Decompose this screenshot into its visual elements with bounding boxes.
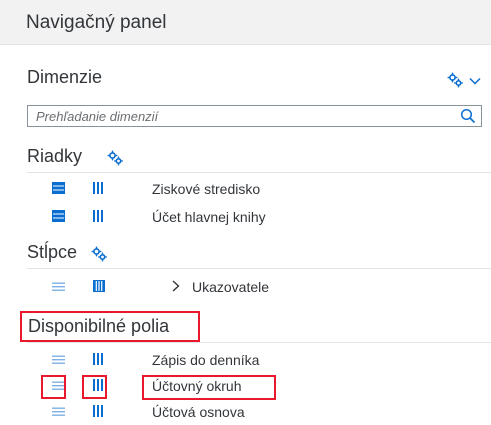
dimension-search — [27, 105, 482, 127]
table-rows-icon[interactable] — [52, 280, 65, 292]
rows-gear-icon[interactable] — [107, 150, 123, 166]
dimensions-title: Dimenzie — [27, 67, 103, 87]
navigation-panel: Navigačný panel Dimenzie Riadky — [0, 0, 491, 423]
list-item[interactable]: Účtová osnova — [0, 399, 491, 425]
search-input[interactable] — [28, 106, 456, 126]
row-label: Ukazovatele — [192, 279, 270, 295]
available-fields-title: Disponibilné polia — [28, 316, 170, 336]
divider — [27, 342, 491, 343]
list-item[interactable]: Ukazovatele — [0, 274, 491, 300]
divider — [27, 268, 491, 269]
table-rows-icon[interactable] — [52, 379, 65, 391]
list-item[interactable]: Zápis do denníka — [0, 347, 491, 373]
table-columns-icon[interactable] — [93, 353, 103, 365]
table-rows-icon[interactable] — [52, 353, 65, 365]
search-icon[interactable] — [460, 108, 476, 124]
table-columns-icon[interactable] — [93, 280, 105, 292]
list-item[interactable]: Účet hlavnej knihy — [0, 204, 491, 230]
table-columns-icon[interactable] — [93, 182, 103, 194]
table-rows-icon[interactable] — [52, 182, 65, 194]
panel-header: Navigačný panel — [0, 0, 491, 45]
table-rows-icon[interactable] — [52, 210, 65, 222]
table-columns-icon[interactable] — [93, 379, 103, 391]
table-columns-icon[interactable] — [93, 210, 103, 222]
list-item[interactable]: Účtovný okruh — [0, 373, 491, 399]
panel-title: Navigačný panel — [26, 12, 167, 33]
row-label: Zápis do denníka — [152, 352, 260, 368]
columns-title: Stĺpce — [27, 242, 78, 262]
chevron-right-icon[interactable] — [171, 279, 181, 296]
table-columns-icon[interactable] — [93, 405, 103, 417]
chevron-down-icon[interactable] — [469, 75, 481, 87]
row-label: Ziskové stredisko — [152, 181, 261, 197]
table-rows-icon[interactable] — [52, 405, 65, 417]
row-label: Účtová osnova — [152, 404, 245, 420]
rows-title: Riadky — [27, 146, 83, 166]
row-label: Účet hlavnej knihy — [152, 209, 266, 225]
row-label: Účtovný okruh — [152, 378, 242, 394]
divider — [27, 172, 491, 173]
columns-gear-icon[interactable] — [91, 246, 107, 262]
list-item[interactable]: Ziskové stredisko — [0, 176, 491, 202]
gear-icon[interactable] — [447, 72, 463, 88]
